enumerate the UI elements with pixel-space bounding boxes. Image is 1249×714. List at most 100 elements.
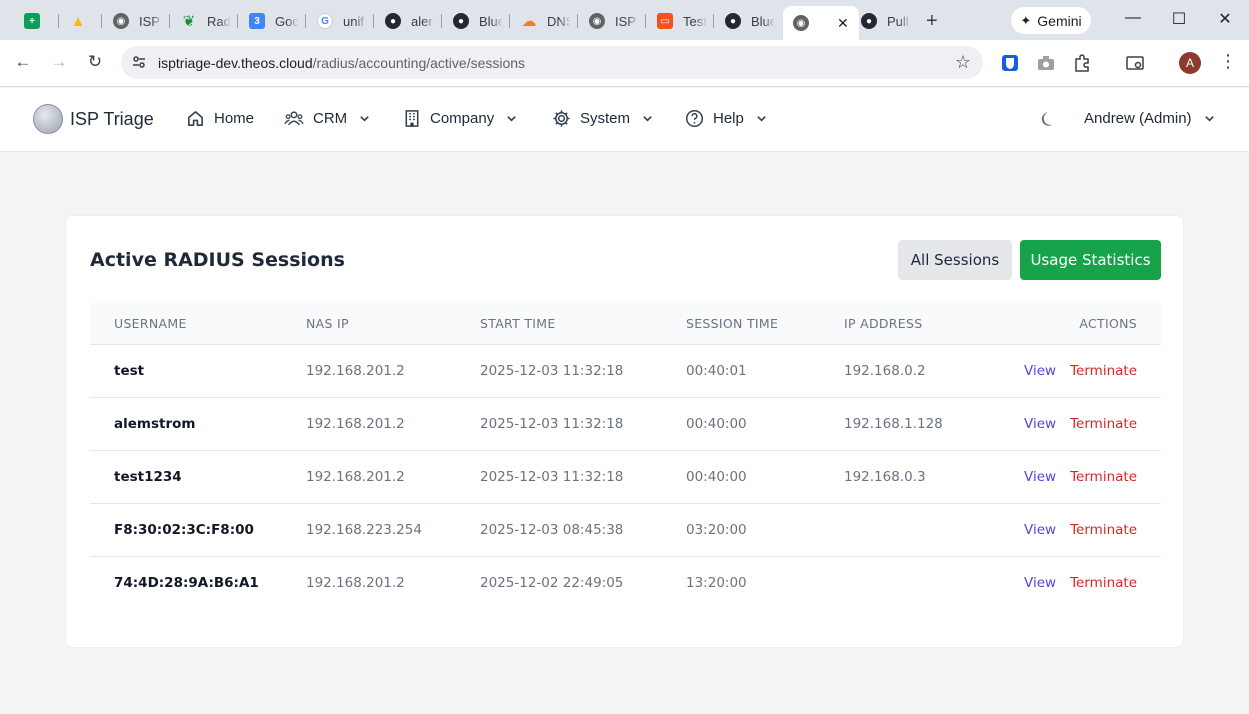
nav-crm-label: CRM bbox=[313, 110, 348, 127]
view-link[interactable]: View bbox=[1024, 469, 1056, 485]
view-link[interactable]: View bbox=[1024, 416, 1056, 432]
brand-link[interactable]: ISP Triage bbox=[33, 104, 154, 134]
google-icon: G bbox=[317, 13, 333, 29]
camera-extension-icon[interactable] bbox=[1036, 53, 1056, 73]
browser-tab[interactable]: ● Blue bbox=[453, 8, 503, 34]
table-row: 74:4D:28:9A:B6:A1 192.168.201.2 2025-12-… bbox=[90, 556, 1161, 609]
reload-icon[interactable]: ↻ bbox=[84, 52, 106, 72]
browser-menu-icon[interactable]: ⋮ bbox=[1219, 51, 1237, 72]
terminate-link[interactable]: Terminate bbox=[1070, 363, 1137, 379]
chevron-down-icon bbox=[360, 116, 369, 122]
nav-system[interactable]: System bbox=[552, 109, 653, 128]
tab-separator bbox=[237, 14, 238, 28]
minimize-icon[interactable]: — bbox=[1123, 9, 1143, 27]
github-icon: ● bbox=[453, 13, 469, 29]
cell-username: alemstrom bbox=[114, 415, 196, 432]
user-menu[interactable]: Andrew (Admin) bbox=[1084, 110, 1215, 127]
browser-tab[interactable]: ❦ Rad bbox=[181, 8, 231, 34]
address-bar[interactable]: isptriage-dev.theos.cloud/radius/account… bbox=[121, 46, 983, 79]
profile-initial: A bbox=[1185, 56, 1194, 70]
cell-start-time: 2025-12-03 11:32:18 bbox=[480, 468, 624, 485]
browser-tab[interactable]: ● aler bbox=[385, 8, 435, 34]
tab-separator bbox=[577, 14, 578, 28]
browser-tab-title: Blue bbox=[479, 13, 503, 29]
cell-username: test bbox=[114, 362, 145, 379]
view-link[interactable]: View bbox=[1024, 522, 1056, 538]
close-window-icon[interactable]: ✕ bbox=[1215, 9, 1235, 29]
column-header-actions: ACTIONS bbox=[1079, 315, 1137, 331]
browser-tab[interactable]: ● Pull bbox=[861, 8, 911, 34]
github-icon: ● bbox=[385, 13, 401, 29]
url-path: /radius/accounting/active/sessions bbox=[312, 55, 526, 71]
home-icon bbox=[188, 111, 203, 126]
terminate-link[interactable]: Terminate bbox=[1070, 416, 1137, 432]
cell-start-time: 2025-12-03 11:32:18 bbox=[480, 415, 624, 432]
back-icon[interactable]: ← bbox=[12, 52, 34, 72]
extensions-puzzle-icon[interactable] bbox=[1072, 53, 1092, 73]
cell-actions: View Terminate bbox=[1004, 397, 1161, 450]
cell-actions: View Terminate bbox=[1004, 450, 1161, 503]
cell-nas-ip: 192.168.223.254 bbox=[306, 521, 422, 538]
column-header-start-time: START TIME bbox=[480, 315, 556, 331]
browser-tab-title: DNS bbox=[547, 13, 571, 29]
view-link[interactable]: View bbox=[1024, 575, 1056, 591]
browser-tab[interactable]: 3 Goo bbox=[249, 8, 299, 34]
site-info-icon[interactable] bbox=[131, 54, 147, 70]
all-sessions-button[interactable]: All Sessions bbox=[898, 240, 1012, 280]
profile-avatar[interactable]: A bbox=[1179, 52, 1201, 74]
cast-sidepanel-icon[interactable] bbox=[1125, 53, 1145, 73]
close-tab-icon[interactable]: ✕ bbox=[837, 15, 849, 32]
sheets-icon: + bbox=[24, 13, 40, 29]
terminate-link[interactable]: Terminate bbox=[1070, 522, 1137, 538]
browser-tab[interactable]: Gunif bbox=[317, 8, 367, 34]
users-icon bbox=[284, 111, 304, 126]
cell-actions: View Terminate bbox=[1004, 344, 1161, 397]
nav-home[interactable]: Home bbox=[186, 109, 254, 128]
terminate-link[interactable]: Terminate bbox=[1070, 469, 1137, 485]
browser-tab[interactable]: ◉ ✕ bbox=[783, 6, 859, 40]
browser-tab[interactable]: ◉ ISP bbox=[113, 8, 163, 34]
dark-mode-moon-icon[interactable] bbox=[1040, 110, 1058, 128]
maximize-icon[interactable]: ☐ bbox=[1169, 9, 1189, 29]
calendar-icon: 3 bbox=[249, 13, 265, 29]
brand-name: ISP Triage bbox=[70, 108, 154, 129]
forward-icon[interactable]: → bbox=[48, 52, 70, 72]
url-host: isptriage-dev.theos.cloud bbox=[158, 55, 313, 71]
nav-company-label: Company bbox=[430, 110, 495, 127]
new-tab-button[interactable]: + bbox=[926, 10, 938, 33]
brand-logo-icon bbox=[33, 104, 63, 134]
cell-ip-address: 192.168.0.3 bbox=[844, 468, 926, 485]
browser-tab[interactable]: ▭ Test bbox=[657, 8, 707, 34]
app-header: ISP Triage Home CRM Company System Help … bbox=[0, 88, 1249, 152]
tab-separator bbox=[58, 14, 59, 28]
tab-separator bbox=[101, 14, 102, 28]
page-title: Active RADIUS Sessions bbox=[90, 249, 345, 271]
cell-session-time: 00:40:01 bbox=[686, 362, 747, 379]
globe-icon: ◉ bbox=[113, 13, 129, 29]
gemini-button[interactable]: ✦ Gemini bbox=[1011, 7, 1091, 34]
gemini-label: Gemini bbox=[1037, 12, 1082, 29]
browser-tab-title: ISP bbox=[139, 13, 160, 29]
nav-company[interactable]: Company bbox=[403, 109, 517, 128]
cell-session-time: 13:20:00 bbox=[686, 574, 747, 591]
browser-tab[interactable]: ☁ DNS bbox=[521, 8, 572, 34]
bookmark-star-icon[interactable]: ☆ bbox=[955, 52, 971, 73]
tab-separator bbox=[373, 14, 374, 28]
browser-tab-title: Blue bbox=[751, 13, 775, 29]
github-icon: ● bbox=[725, 13, 741, 29]
browser-tab-title: ISP bbox=[615, 13, 636, 29]
browser-tab[interactable]: ◉ ISP bbox=[589, 8, 639, 34]
terminate-link[interactable]: Terminate bbox=[1070, 575, 1137, 591]
table-row: test 192.168.201.2 2025-12-03 11:32:18 0… bbox=[90, 344, 1161, 397]
nav-crm[interactable]: CRM bbox=[284, 109, 370, 128]
browser-tab[interactable]: ● Blue bbox=[725, 8, 775, 34]
cloudflare-icon: ☁ bbox=[521, 13, 537, 30]
nav-home-label: Home bbox=[214, 110, 255, 127]
view-link[interactable]: View bbox=[1024, 363, 1056, 379]
usage-statistics-button[interactable]: Usage Statistics bbox=[1020, 240, 1161, 280]
nav-help[interactable]: Help bbox=[685, 109, 767, 128]
browser-tab[interactable]: + bbox=[24, 8, 74, 34]
url-text: isptriage-dev.theos.cloud/radius/account… bbox=[158, 55, 525, 71]
cell-session-time: 00:40:00 bbox=[686, 415, 747, 432]
bitwarden-extension-icon[interactable] bbox=[1000, 53, 1020, 73]
